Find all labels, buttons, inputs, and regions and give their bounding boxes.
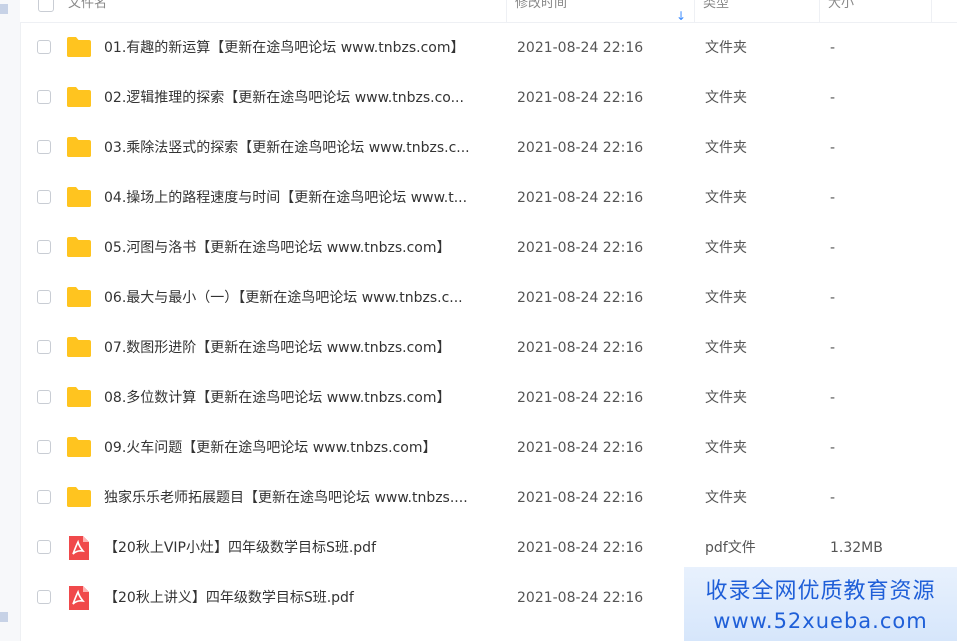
- folder-icon: [66, 86, 92, 108]
- sidebar-marker: [0, 612, 8, 622]
- file-name[interactable]: 09.火车问题【更新在途鸟吧论坛 www.tnbzs.com】: [104, 423, 499, 473]
- file-name[interactable]: 独家乐乐老师拓展题目【更新在途鸟吧论坛 www.tnbzs....: [104, 473, 499, 523]
- folder-icon: [66, 286, 92, 308]
- file-type: 文件夹: [705, 140, 747, 156]
- file-list: 01.有趣的新运算【更新在途鸟吧论坛 www.tnbzs.com】 2021-08…: [20, 23, 957, 623]
- file-type: 文件夹: [705, 340, 747, 356]
- folder-icon: [66, 486, 92, 508]
- file-modified: 2021-08-24 22:16: [517, 590, 644, 606]
- file-modified: 2021-08-24 22:16: [517, 140, 644, 156]
- file-size: 1.32MB: [830, 540, 883, 556]
- file-row[interactable]: 【20秋上VIP小灶】四年级数学目标S班.pdf 2021-08-24 22:16…: [20, 523, 957, 573]
- file-name[interactable]: 03.乘除法竖式的探索【更新在途鸟吧论坛 www.tnbzs.c...: [104, 123, 499, 173]
- file-row[interactable]: 05.河图与洛书【更新在途鸟吧论坛 www.tnbzs.com】 2021-08-…: [20, 223, 957, 273]
- file-row[interactable]: 02.逻辑推理的探索【更新在途鸟吧论坛 www.tnbzs.co... 2021-…: [20, 73, 957, 123]
- column-header-name-label: 文件名: [68, 0, 108, 11]
- file-size: -: [830, 490, 836, 506]
- row-checkbox[interactable]: [37, 190, 51, 204]
- file-row[interactable]: 04.操场上的路程速度与时间【更新在途鸟吧论坛 www.t... 2021-08-…: [20, 173, 957, 223]
- file-list-header: 文件名 修改时间 ↓ 类型 大小: [20, 0, 957, 23]
- select-all-checkbox[interactable]: [38, 0, 54, 12]
- file-row[interactable]: 06.最大与最小（一）【更新在途鸟吧论坛 www.tnbzs.c... 2021-…: [20, 273, 957, 323]
- column-header-name[interactable]: 文件名: [60, 0, 507, 22]
- row-checkbox[interactable]: [37, 90, 51, 104]
- file-modified: 2021-08-24 22:16: [517, 540, 644, 556]
- pdf-icon: [66, 536, 92, 560]
- column-header-type-label: 类型: [703, 0, 730, 11]
- file-name[interactable]: 【20秋上讲义】四年级数学目标S班.pdf: [104, 573, 499, 623]
- file-size: -: [830, 190, 836, 206]
- column-header-modified-label: 修改时间: [515, 0, 568, 11]
- file-row[interactable]: 01.有趣的新运算【更新在途鸟吧论坛 www.tnbzs.com】 2021-08…: [20, 23, 957, 73]
- column-header-modified[interactable]: 修改时间 ↓: [507, 0, 695, 23]
- folder-icon: [66, 436, 92, 458]
- file-type: 文件夹: [705, 490, 747, 506]
- left-sidebar-strip: [0, 0, 21, 641]
- file-name[interactable]: 05.河图与洛书【更新在途鸟吧论坛 www.tnbzs.com】: [104, 223, 499, 273]
- file-modified: 2021-08-24 22:16: [517, 40, 644, 56]
- pdf-icon: [66, 586, 92, 610]
- row-checkbox[interactable]: [37, 490, 51, 504]
- row-checkbox[interactable]: [37, 340, 51, 354]
- file-modified: 2021-08-24 22:16: [517, 190, 644, 206]
- sidebar-marker: [0, 4, 8, 14]
- file-row[interactable]: 03.乘除法竖式的探索【更新在途鸟吧论坛 www.tnbzs.c... 2021-…: [20, 123, 957, 173]
- column-header-size-label: 大小: [828, 0, 855, 11]
- file-type: 文件夹: [705, 440, 747, 456]
- file-size: -: [830, 290, 836, 306]
- row-checkbox[interactable]: [37, 240, 51, 254]
- file-modified: 2021-08-24 22:16: [517, 240, 644, 256]
- folder-icon: [66, 336, 92, 358]
- watermark-line2: www.52xueba.com: [713, 609, 928, 633]
- file-row[interactable]: 07.数图形进阶【更新在途鸟吧论坛 www.tnbzs.com】 2021-08-…: [20, 323, 957, 373]
- row-checkbox[interactable]: [37, 590, 51, 604]
- file-modified: 2021-08-24 22:16: [517, 490, 644, 506]
- column-header-size[interactable]: 大小: [820, 0, 932, 22]
- file-size: -: [830, 390, 836, 406]
- folder-icon: [66, 36, 92, 58]
- file-size: -: [830, 240, 836, 256]
- row-checkbox[interactable]: [37, 40, 51, 54]
- file-type: pdf文件: [705, 540, 756, 556]
- file-name[interactable]: 04.操场上的路程速度与时间【更新在途鸟吧论坛 www.t...: [104, 173, 499, 223]
- file-type: 文件夹: [705, 240, 747, 256]
- file-row[interactable]: 独家乐乐老师拓展题目【更新在途鸟吧论坛 www.tnbzs.... 2021-08…: [20, 473, 957, 523]
- file-name[interactable]: 【20秋上VIP小灶】四年级数学目标S班.pdf: [104, 523, 499, 573]
- file-name[interactable]: 07.数图形进阶【更新在途鸟吧论坛 www.tnbzs.com】: [104, 323, 499, 373]
- file-type: 文件夹: [705, 90, 747, 106]
- file-size: -: [830, 440, 836, 456]
- file-modified: 2021-08-24 22:16: [517, 390, 644, 406]
- file-size: -: [830, 340, 836, 356]
- file-row[interactable]: 08.多位数计算【更新在途鸟吧论坛 www.tnbzs.com】 2021-08-…: [20, 373, 957, 423]
- file-name[interactable]: 02.逻辑推理的探索【更新在途鸟吧论坛 www.tnbzs.co...: [104, 73, 499, 123]
- row-checkbox[interactable]: [37, 390, 51, 404]
- file-modified: 2021-08-24 22:16: [517, 90, 644, 106]
- file-type: 文件夹: [705, 190, 747, 206]
- file-size: -: [830, 90, 836, 106]
- folder-icon: [66, 236, 92, 258]
- row-checkbox[interactable]: [37, 140, 51, 154]
- file-modified: 2021-08-24 22:16: [517, 440, 644, 456]
- file-modified: 2021-08-24 22:16: [517, 290, 644, 306]
- row-checkbox[interactable]: [37, 440, 51, 454]
- folder-icon: [66, 136, 92, 158]
- watermark-banner: 收录全网优质教育资源 www.52xueba.com: [684, 567, 957, 641]
- file-size: -: [830, 140, 836, 156]
- file-modified: 2021-08-24 22:16: [517, 340, 644, 356]
- watermark-line1: 收录全网优质教育资源: [705, 579, 936, 604]
- file-name[interactable]: 01.有趣的新运算【更新在途鸟吧论坛 www.tnbzs.com】: [104, 23, 499, 73]
- file-name[interactable]: 08.多位数计算【更新在途鸟吧论坛 www.tnbzs.com】: [104, 373, 499, 423]
- file-type: 文件夹: [705, 40, 747, 56]
- file-type: 文件夹: [705, 290, 747, 306]
- folder-icon: [66, 186, 92, 208]
- file-type: 文件夹: [705, 390, 747, 406]
- file-row[interactable]: 09.火车问题【更新在途鸟吧论坛 www.tnbzs.com】 2021-08-2…: [20, 423, 957, 473]
- row-checkbox[interactable]: [37, 290, 51, 304]
- row-checkbox[interactable]: [37, 540, 51, 554]
- file-size: -: [830, 40, 836, 56]
- file-name[interactable]: 06.最大与最小（一）【更新在途鸟吧论坛 www.tnbzs.c...: [104, 273, 499, 323]
- column-header-type[interactable]: 类型: [695, 0, 820, 22]
- folder-icon: [66, 386, 92, 408]
